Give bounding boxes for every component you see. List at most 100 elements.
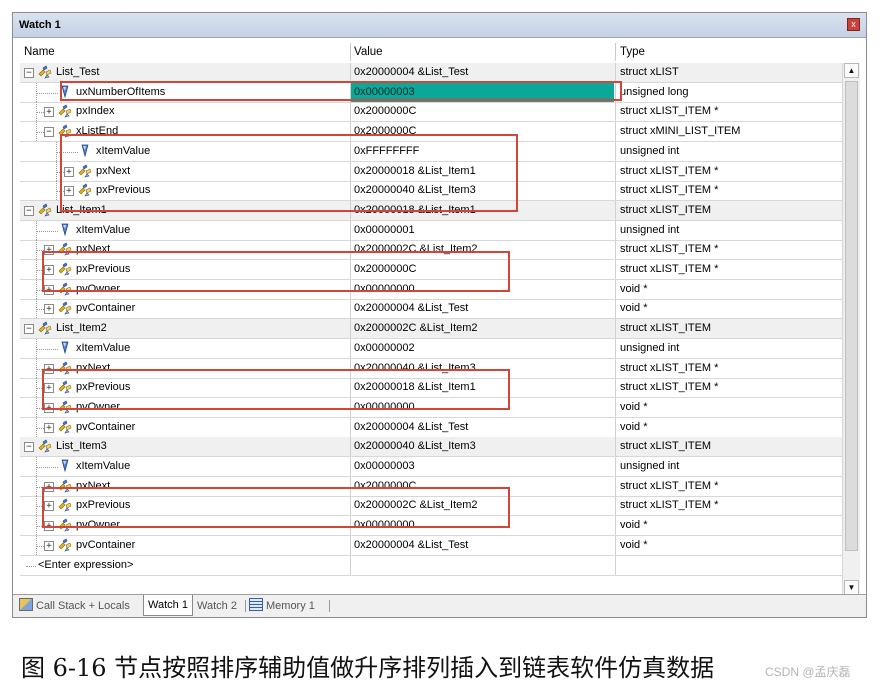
watch-row[interactable]: − List_Item2 0x2000002C &List_Item2 struct … [20, 319, 842, 340]
expand-icon[interactable]: + [44, 521, 54, 532]
column-header-value[interactable]: Value [354, 41, 383, 61]
expand-icon[interactable]: + [64, 186, 74, 197]
watch-value[interactable]: 0x20000040 &List_Item3 [350, 181, 614, 201]
column-header-type[interactable]: Type [620, 41, 645, 61]
vertical-scrollbar[interactable]: ▲ ▼ [842, 63, 860, 595]
watch-row[interactable]: + pvOwner 0x00000000 void * [20, 279, 842, 300]
watch-name[interactable]: pxPrevious [96, 181, 150, 200]
expand-icon[interactable]: + [44, 265, 54, 275]
watch-value[interactable]: 0x20000018 &List_Item1 [350, 378, 614, 398]
watch-value[interactable]: 0x2000002C &List_Item2 [350, 319, 614, 339]
watch-name[interactable]: List_Test [56, 63, 99, 82]
watch-row[interactable]: xItemValue 0x00000003 unsigned int [20, 457, 842, 477]
watch-name[interactable]: pvContainer [76, 418, 135, 437]
watch-name[interactable]: pxNext [76, 477, 110, 496]
close-icon[interactable]: x [847, 18, 860, 31]
watch-value[interactable]: 0x2000000C [350, 122, 614, 142]
tab-watch-2[interactable]: Watch 2 [197, 598, 237, 615]
watch-name[interactable]: pxPrevious [76, 260, 130, 279]
watch-row[interactable]: xItemValue 0x00000001 unsigned int [20, 220, 842, 241]
watch-name[interactable]: List_Item2 [56, 319, 107, 338]
watch-row[interactable]: + pxPrevious 0x20000040 &List_Item3 struct … [20, 181, 842, 202]
watch-value[interactable]: 0x20000004 &List_Test [350, 299, 614, 319]
watch-row[interactable]: + pvOwner 0x00000000 void * [20, 516, 842, 537]
expand-icon[interactable]: + [44, 481, 54, 492]
watch-name[interactable]: <Enter expression> [38, 556, 133, 575]
scroll-down-icon[interactable]: ▼ [844, 580, 859, 595]
watch-row[interactable]: − List_Item3 0x20000040 &List_Item3 struct … [20, 437, 842, 458]
watch-value[interactable]: 0x20000018 &List_Item1 [350, 161, 614, 181]
watch-name[interactable]: pxPrevious [76, 378, 130, 397]
watch-value[interactable]: 0x2000000C [350, 476, 614, 496]
watch-name[interactable]: pvContainer [76, 299, 135, 318]
watch-name[interactable]: List_Item3 [56, 437, 107, 456]
collapse-icon[interactable]: − [24, 324, 34, 335]
watch-row[interactable]: − List_Item1 0x20000018 &List_Item1 struct … [20, 200, 842, 221]
watch-row[interactable]: + pvContainer 0x20000004 &List_Test void * [20, 417, 842, 438]
expand-icon[interactable]: + [44, 422, 54, 433]
tab-watch-1[interactable]: Watch 1 [143, 595, 193, 616]
watch-row[interactable]: + pxNext 0x20000018 &List_Item1 struct xLIS… [20, 161, 842, 182]
collapse-icon[interactable]: − [24, 442, 34, 453]
watch-row[interactable]: + pxPrevious 0x2000000C struct xLIST_ITEM * [20, 260, 842, 280]
watch-name[interactable]: xItemValue [76, 339, 130, 358]
enter-expression-row[interactable]: <Enter expression> [20, 555, 842, 576]
collapse-icon[interactable]: − [24, 68, 34, 78]
expand-icon[interactable]: + [44, 363, 54, 374]
expand-icon[interactable]: + [44, 501, 54, 512]
watch-row[interactable]: xItemValue 0xFFFFFFFF unsigned int [20, 141, 842, 162]
watch-row[interactable]: + pvContainer 0x20000004 &List_Test void * [20, 299, 842, 320]
watch-name[interactable]: pxIndex [76, 102, 115, 121]
expand-icon[interactable]: + [44, 107, 54, 118]
scroll-up-icon[interactable]: ▲ [844, 63, 859, 78]
column-divider[interactable] [615, 43, 616, 61]
watch-name[interactable]: List_Item1 [56, 201, 107, 220]
expand-icon[interactable]: + [44, 304, 54, 315]
column-header-name[interactable]: Name [24, 41, 55, 61]
watch-value[interactable]: 0x2000000C [350, 102, 614, 122]
expand-icon[interactable]: + [44, 540, 54, 551]
watch-value[interactable]: 0xFFFFFFFF [350, 141, 614, 161]
watch-row[interactable]: + pxNext 0x2000000C struct xLIST_ITEM * [20, 476, 842, 497]
collapse-icon[interactable]: − [44, 127, 54, 138]
watch-value[interactable]: 0x00000003 [350, 82, 614, 102]
scroll-thumb[interactable] [845, 81, 858, 551]
watch-row[interactable]: + pvOwner 0x00000000 void * [20, 397, 842, 418]
watch-name[interactable]: pxNext [96, 162, 130, 181]
column-divider[interactable] [350, 43, 351, 61]
watch-name[interactable]: xListEnd [76, 122, 118, 141]
watch-row[interactable]: + pvContainer 0x20000004 &List_Test void * [20, 535, 842, 556]
watch-value[interactable]: 0x2000002C &List_Item2 [350, 240, 614, 260]
expand-icon[interactable]: + [44, 383, 54, 394]
watch-row[interactable]: + pxNext 0x2000002C &List_Item2 struct xLIS… [20, 240, 842, 261]
tab-memory-1[interactable]: Memory 1 [249, 598, 315, 615]
watch-name[interactable]: pvOwner [76, 516, 120, 535]
watch-row[interactable]: + pxIndex 0x2000000C struct xLIST_ITEM * [20, 102, 842, 123]
expand-icon[interactable]: + [44, 245, 54, 256]
watch-value[interactable]: 0x00000000 [350, 516, 614, 536]
tab-call-stack-locals[interactable]: Call Stack + Locals [19, 598, 130, 615]
watch-name[interactable]: uxNumberOfItems [76, 83, 165, 102]
watch-value[interactable]: 0x20000004 &List_Test [350, 63, 614, 82]
collapse-icon[interactable]: − [24, 205, 34, 216]
watch-value[interactable]: 0x20000040 &List_Item3 [350, 437, 614, 457]
watch-value[interactable]: 0x20000004 &List_Test [350, 535, 614, 555]
watch-value[interactable]: 0x2000002C &List_Item2 [350, 496, 614, 516]
watch-row[interactable]: − List_Test 0x20000004 &List_Test struct xL… [20, 63, 842, 83]
watch-name[interactable]: xItemValue [76, 221, 130, 240]
watch-row[interactable]: − xListEnd 0x2000000C struct xMINI_LIST_ITE… [20, 122, 842, 143]
watch-value[interactable]: 0x00000001 [350, 220, 614, 240]
watch-value[interactable]: 0x00000000 [350, 279, 614, 299]
watch-name[interactable]: pvOwner [76, 398, 120, 417]
watch-value[interactable]: 0x2000000C [350, 260, 614, 279]
watch-name[interactable]: xItemValue [76, 457, 130, 476]
watch-name[interactable]: xItemValue [96, 142, 150, 161]
watch-row[interactable]: + pxPrevious 0x20000018 &List_Item1 struct … [20, 378, 842, 399]
watch-name[interactable]: pxNext [76, 359, 110, 378]
watch-value[interactable]: 0x20000018 &List_Item1 [350, 200, 614, 220]
watch-row[interactable]: uxNumberOfItems 0x00000003 unsigned long [20, 82, 842, 103]
watch-row[interactable]: + pxPrevious 0x2000002C &List_Item2 struct … [20, 496, 842, 517]
expand-icon[interactable]: + [64, 166, 74, 177]
watch-value[interactable]: 0x00000002 [350, 338, 614, 358]
watch-name[interactable]: pxNext [76, 240, 110, 259]
